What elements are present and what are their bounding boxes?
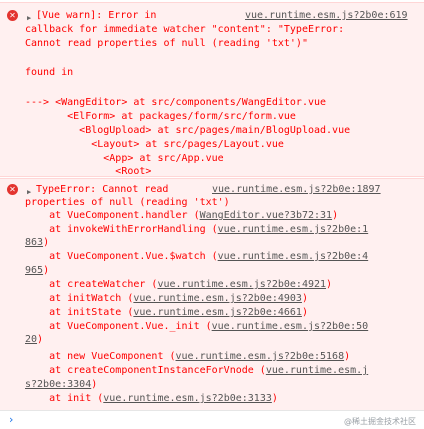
console-warning-entry: ✕ ▶ [Vue warn]: Error in vue.runtime.esm… — [0, 2, 424, 177]
error-message-line: TypeError: Cannot read — [36, 184, 169, 195]
stack-frame-line: at new VueComponent (vue.runtime.esm.js?… — [25, 351, 350, 363]
source-link[interactable]: WangEditor.vue?3b72:31 — [200, 210, 332, 221]
component-trace-line: <Root> — [25, 166, 152, 177]
stack-frame-suffix: ) — [332, 210, 339, 221]
warning-message-line: Cannot read properties of null (reading … — [25, 38, 308, 49]
stack-frame-function: at invokeWithErrorHandling ( — [25, 224, 218, 235]
stack-frame-line: at VueComponent.handler (WangEditor.vue?… — [25, 210, 338, 222]
stack-frame-function: at VueComponent.handler ( — [25, 210, 200, 221]
console-input[interactable]: › @稀土掘金技术社区 — [0, 410, 424, 429]
source-link[interactable]: vue.runtime.esm.js?2b0e:4921 — [157, 279, 326, 290]
source-link[interactable]: vue.runtime.esm.j — [266, 365, 368, 376]
component-trace-line: <ElForm> at packages/form/src/form.vue — [25, 111, 296, 122]
component-trace-line: <Layout> at src/pages/Layout.vue — [25, 139, 284, 150]
stack-frame-line: 863) — [25, 237, 49, 249]
stack-frame-line: at invokeWithErrorHandling (vue.runtime.… — [25, 224, 368, 236]
stack-frame-function: at new VueComponent ( — [25, 351, 176, 362]
source-link[interactable]: vue.runtime.esm.js?2b0e:50 — [212, 321, 369, 332]
source-link[interactable]: vue.runtime.esm.js?2b0e:4903 — [133, 293, 302, 304]
source-link[interactable]: vue.runtime.esm.js?2b0e:4661 — [133, 307, 302, 318]
warning-message-line: callback for immediate watcher "content"… — [25, 24, 345, 35]
stack-frame-suffix: ) — [271, 393, 278, 404]
source-link[interactable]: 965 — [25, 265, 43, 276]
stack-frame-function: at initWatch ( — [25, 293, 134, 304]
source-link[interactable]: 863 — [25, 237, 43, 248]
stack-frame-function: at VueComponent.Vue.$watch ( — [25, 251, 218, 262]
stack-frame-line: at VueComponent.Vue.$watch (vue.runtime.… — [25, 251, 368, 263]
stack-frame-suffix: ) — [344, 351, 351, 362]
stack-frame-line: 20) — [25, 334, 43, 346]
stack-frame-function: at createComponentInstanceForVnode ( — [25, 365, 266, 376]
stack-frame-line: s?2b0e:3304) — [25, 379, 97, 391]
stack-frame-suffix: ) — [301, 293, 308, 304]
component-trace-line: <App> at src/App.vue — [25, 153, 224, 164]
stack-frame-suffix: ) — [43, 265, 50, 276]
console-prompt-icon: › — [9, 413, 14, 426]
source-link[interactable]: vue.runtime.esm.js?2b0e:4 — [218, 251, 369, 262]
error-circle-icon: ✕ — [7, 184, 18, 195]
stack-frame-line: at createWatcher (vue.runtime.esm.js?2b0… — [25, 279, 332, 291]
source-link[interactable]: vue.runtime.esm.js?2b0e:5168 — [176, 351, 345, 362]
stack-frame-function: at VueComponent.Vue._init ( — [25, 321, 212, 332]
error-circle-icon: ✕ — [7, 10, 18, 21]
stack-frame-function: at initState ( — [25, 307, 134, 318]
stack-frame-line: at VueComponent.Vue._init (vue.runtime.e… — [25, 321, 368, 333]
source-link[interactable]: vue.runtime.esm.js?2b0e:1 — [218, 224, 369, 235]
source-link[interactable]: 20 — [25, 334, 37, 345]
source-link[interactable]: vue.runtime.esm.js?2b0e:619 — [245, 10, 408, 22]
source-link[interactable]: vue.runtime.esm.js?2b0e:1897 — [212, 184, 381, 196]
console-error-entry: ✕ ▶ TypeError: Cannot read vue.runtime.e… — [0, 178, 424, 411]
source-link[interactable]: s?2b0e:3304 — [25, 379, 91, 390]
expand-triangle-icon[interactable]: ▶ — [27, 12, 31, 24]
stack-frame-line: 965) — [25, 265, 49, 277]
watermark-text: @稀土掘金技术社区 — [344, 417, 416, 426]
warning-message-line: [Vue warn]: Error in — [36, 10, 157, 21]
stack-frame-function: at createWatcher ( — [25, 279, 158, 290]
error-message-line: properties of null (reading 'txt') — [25, 197, 230, 208]
warning-message-line: found in — [25, 67, 74, 78]
stack-frame-suffix: ) — [37, 334, 44, 345]
stack-frame-suffix: ) — [326, 279, 333, 290]
stack-frame-suffix: ) — [43, 237, 50, 248]
stack-frame-line: at initState (vue.runtime.esm.js?2b0e:46… — [25, 307, 308, 319]
component-trace-line: ---> <WangEditor> at src/components/Wang… — [25, 97, 327, 108]
stack-frame-line: at initWatch (vue.runtime.esm.js?2b0e:49… — [25, 293, 308, 305]
stack-frame-suffix: ) — [301, 307, 308, 318]
stack-frame-function: at init ( — [25, 393, 104, 404]
stack-frame-line: at init (vue.runtime.esm.js?2b0e:3133) — [25, 393, 278, 405]
stack-frame-suffix: ) — [91, 379, 98, 390]
stack-frame-line: at createComponentInstanceForVnode (vue.… — [25, 365, 368, 377]
component-trace-line: <BlogUpload> at src/pages/main/BlogUploa… — [25, 125, 351, 136]
devtools-console: ✕ ▶ [Vue warn]: Error in vue.runtime.esm… — [0, 0, 424, 428]
source-link[interactable]: vue.runtime.esm.js?2b0e:3133 — [103, 393, 272, 404]
